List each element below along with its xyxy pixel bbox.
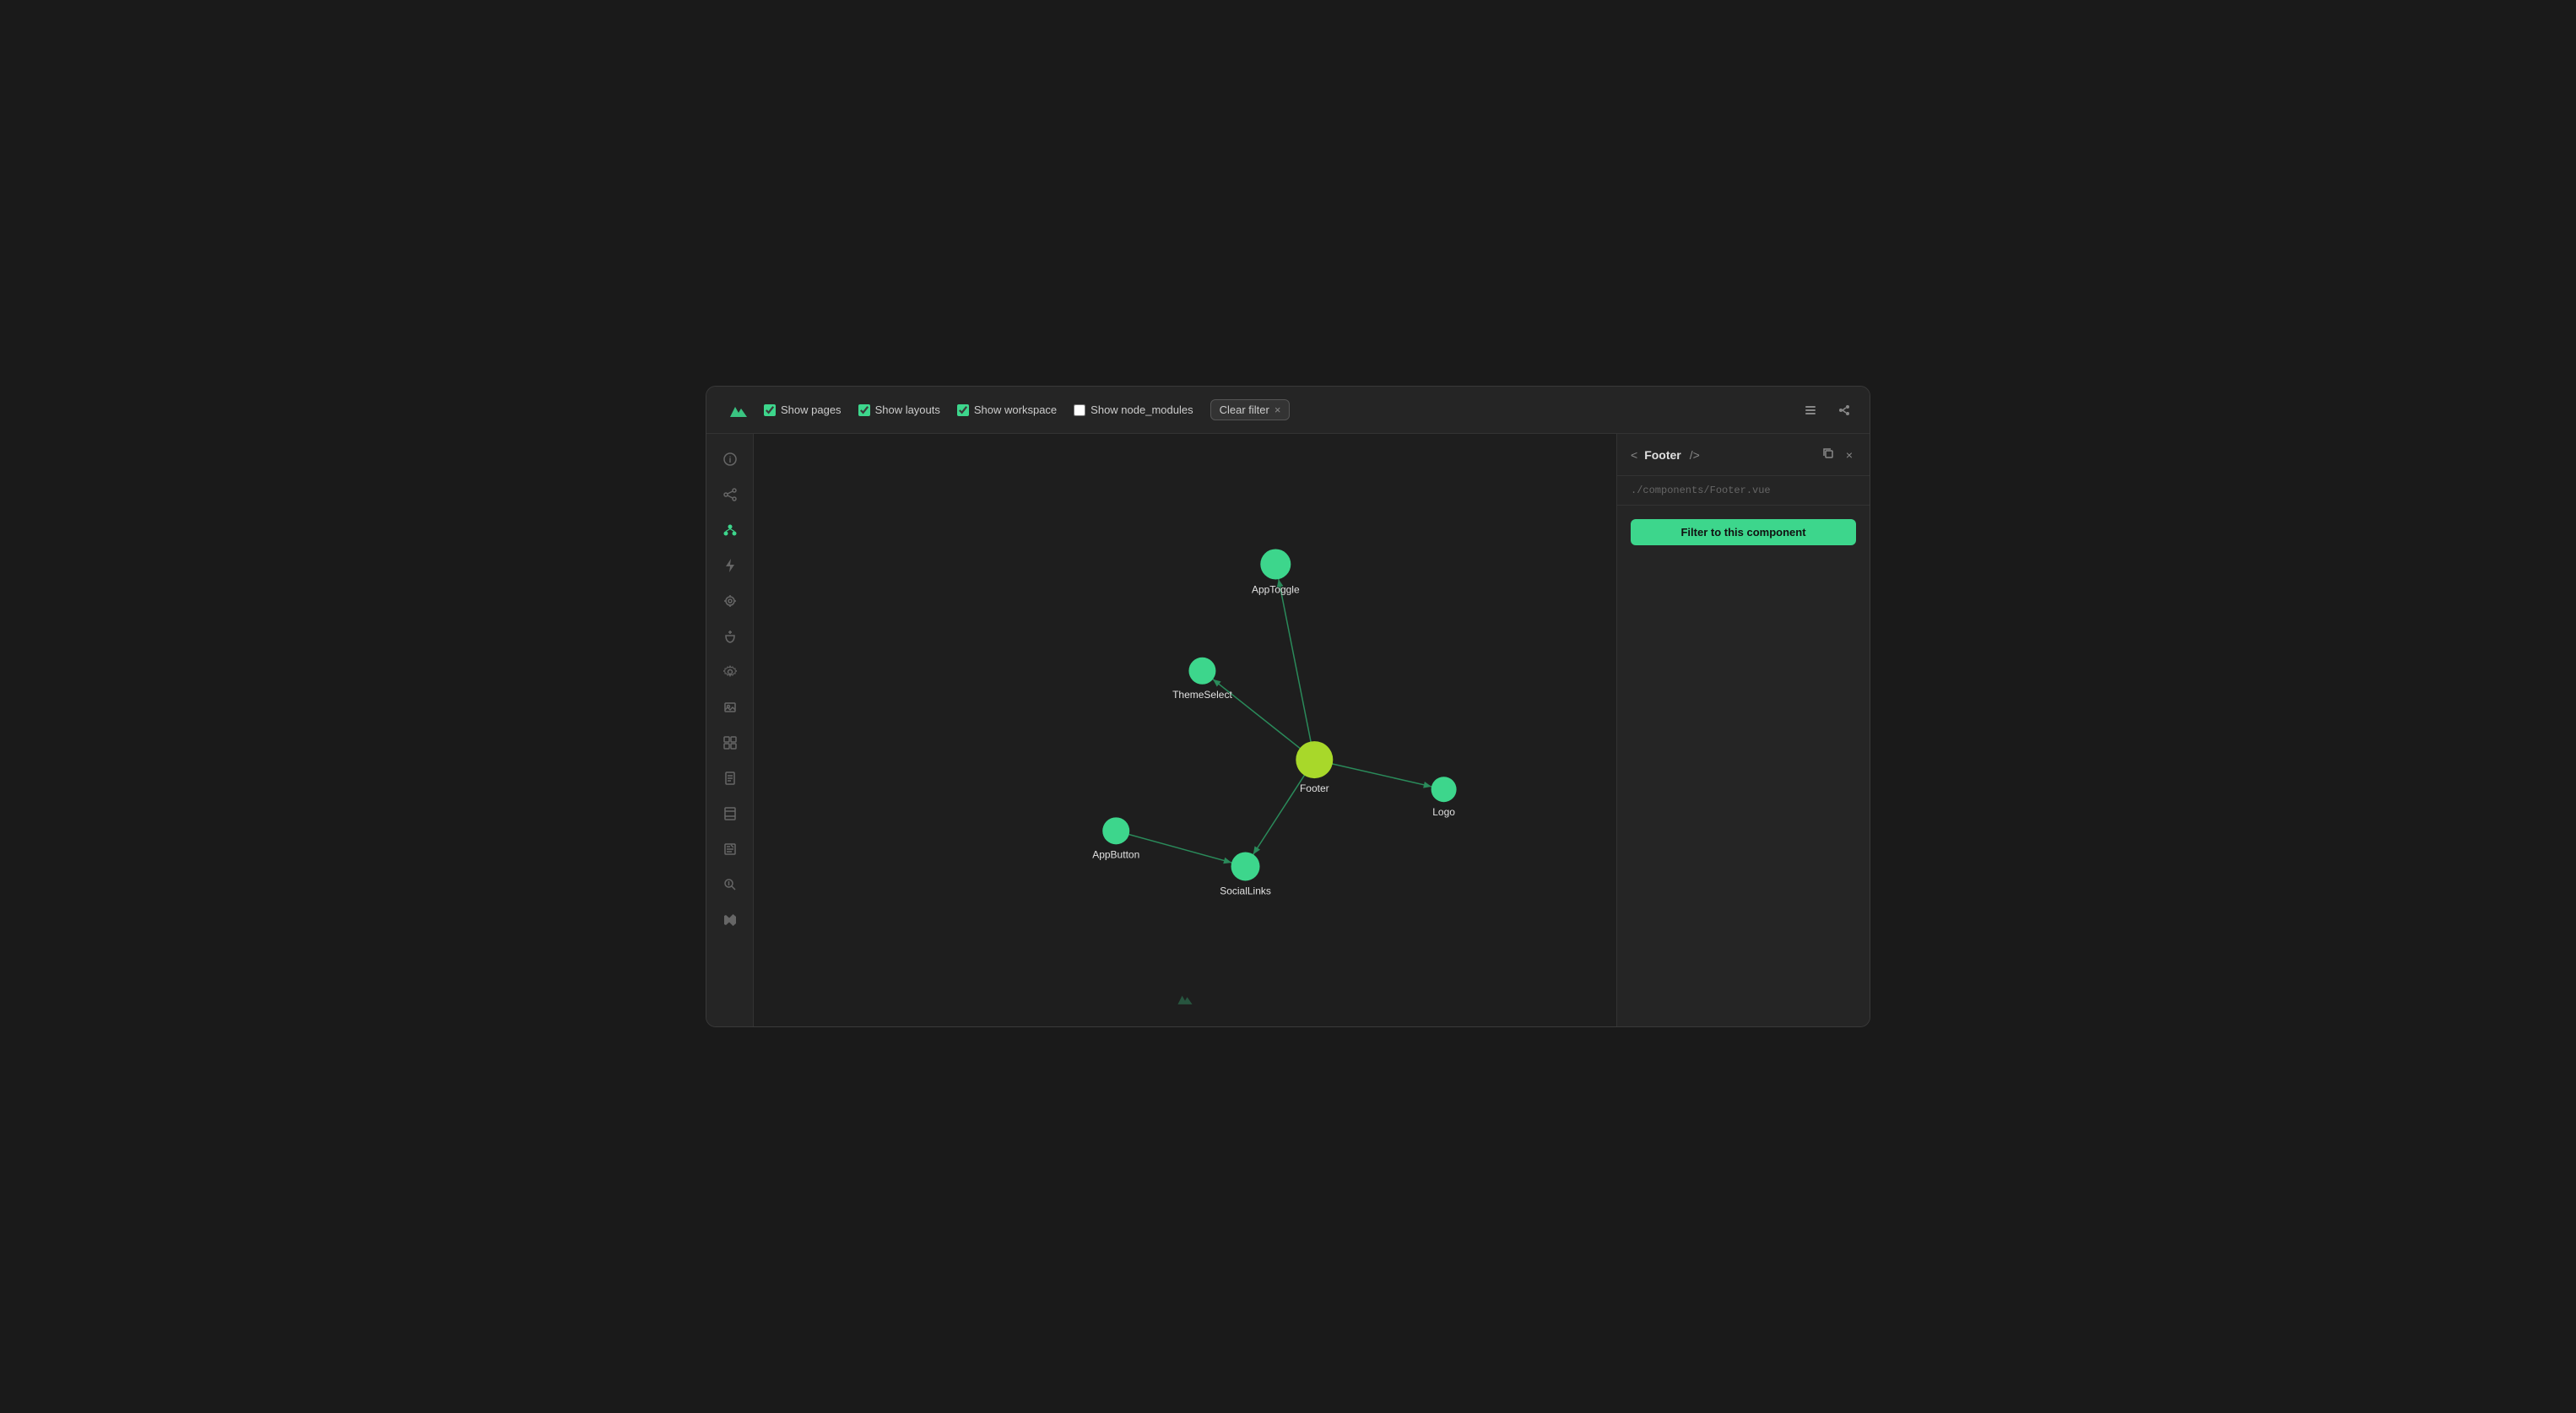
svg-text:i: i xyxy=(728,456,731,465)
main-area: i xyxy=(706,434,1870,1026)
svg-text:AppToggle: AppToggle xyxy=(1252,583,1300,595)
show-layouts-toggle[interactable]: Show layouts xyxy=(858,403,940,416)
graph-canvas[interactable]: AppToggle ThemeSelect Footer Logo AppButton S… xyxy=(754,434,1616,1026)
svg-text:AppButton: AppButton xyxy=(1092,848,1139,860)
show-layouts-label: Show layouts xyxy=(875,403,940,416)
clear-filter-x-icon: × xyxy=(1274,403,1281,416)
show-layouts-checkbox[interactable] xyxy=(858,404,870,416)
graph-svg: AppToggle ThemeSelect Footer Logo AppButton S… xyxy=(754,434,1616,1026)
sidebar-icon-layouts[interactable] xyxy=(715,799,745,829)
show-node-modules-label: Show node_modules xyxy=(1090,403,1193,416)
panel-header: < Footer /> × xyxy=(1617,434,1870,476)
svg-text:Footer: Footer xyxy=(1300,782,1329,794)
component-panel: < Footer /> × ./components/ xyxy=(1616,434,1870,1026)
panel-tag-close: /> xyxy=(1690,448,1700,462)
panel-component-name: Footer xyxy=(1644,448,1681,462)
show-pages-checkbox[interactable] xyxy=(764,404,776,416)
sidebar-icon-modules[interactable] xyxy=(715,728,745,758)
sidebar-icon-inspect[interactable] xyxy=(715,586,745,616)
show-workspace-toggle[interactable]: Show workspace xyxy=(957,403,1057,416)
topbar-right xyxy=(1799,398,1856,422)
show-pages-label: Show pages xyxy=(781,403,842,416)
panel-actions: × xyxy=(1819,444,1856,465)
svg-text:SocialLinks: SocialLinks xyxy=(1220,885,1271,896)
show-workspace-checkbox[interactable] xyxy=(957,404,969,416)
close-panel-button[interactable]: × xyxy=(1843,444,1856,465)
panel-body: Filter to this component xyxy=(1617,506,1870,559)
clear-filter-label: Clear filter xyxy=(1220,403,1269,416)
nuxt-logo-watermark xyxy=(1175,988,1195,1013)
panel-title-area: < Footer /> xyxy=(1631,448,1700,462)
sidebar-icon-components[interactable] xyxy=(715,515,745,545)
app-window: Show pages Show layouts Show workspace S… xyxy=(706,386,1870,1027)
svg-text:ThemeSelect: ThemeSelect xyxy=(1172,689,1232,701)
copy-path-button[interactable] xyxy=(1819,444,1837,465)
topbar: Show pages Show layouts Show workspace S… xyxy=(706,387,1870,434)
sidebar: i xyxy=(706,434,754,1026)
sidebar-icon-info[interactable]: i xyxy=(715,444,745,474)
show-node-modules-checkbox[interactable] xyxy=(1074,404,1085,416)
show-node-modules-toggle[interactable]: Show node_modules xyxy=(1074,403,1193,416)
sidebar-icon-assets[interactable] xyxy=(715,692,745,723)
clear-filter-button[interactable]: Clear filter × xyxy=(1210,399,1291,420)
panel-tag-open: < xyxy=(1631,448,1637,462)
svg-text:Logo: Logo xyxy=(1432,806,1455,818)
sidebar-icon-vscode[interactable] xyxy=(715,905,745,935)
filter-to-component-button[interactable]: Filter to this component xyxy=(1631,519,1856,545)
sidebar-icon-snippets[interactable] xyxy=(715,834,745,864)
topbar-controls: Show pages Show layouts Show workspace S… xyxy=(757,399,1799,420)
sidebar-icon-lightning[interactable] xyxy=(715,550,745,581)
sidebar-icon-plugin[interactable] xyxy=(715,621,745,652)
close-icon: × xyxy=(1846,448,1853,462)
show-workspace-label: Show workspace xyxy=(974,403,1057,416)
sidebar-icon-pages[interactable] xyxy=(715,763,745,793)
sidebar-icon-search[interactable] xyxy=(715,869,745,900)
graph-view-button[interactable] xyxy=(1832,398,1856,422)
app-logo xyxy=(720,398,757,422)
panel-file-path: ./components/Footer.vue xyxy=(1617,476,1870,506)
sidebar-icon-graph[interactable] xyxy=(715,479,745,510)
sidebar-icon-settings[interactable] xyxy=(715,657,745,687)
list-view-button[interactable] xyxy=(1799,398,1822,422)
show-pages-toggle[interactable]: Show pages xyxy=(764,403,842,416)
